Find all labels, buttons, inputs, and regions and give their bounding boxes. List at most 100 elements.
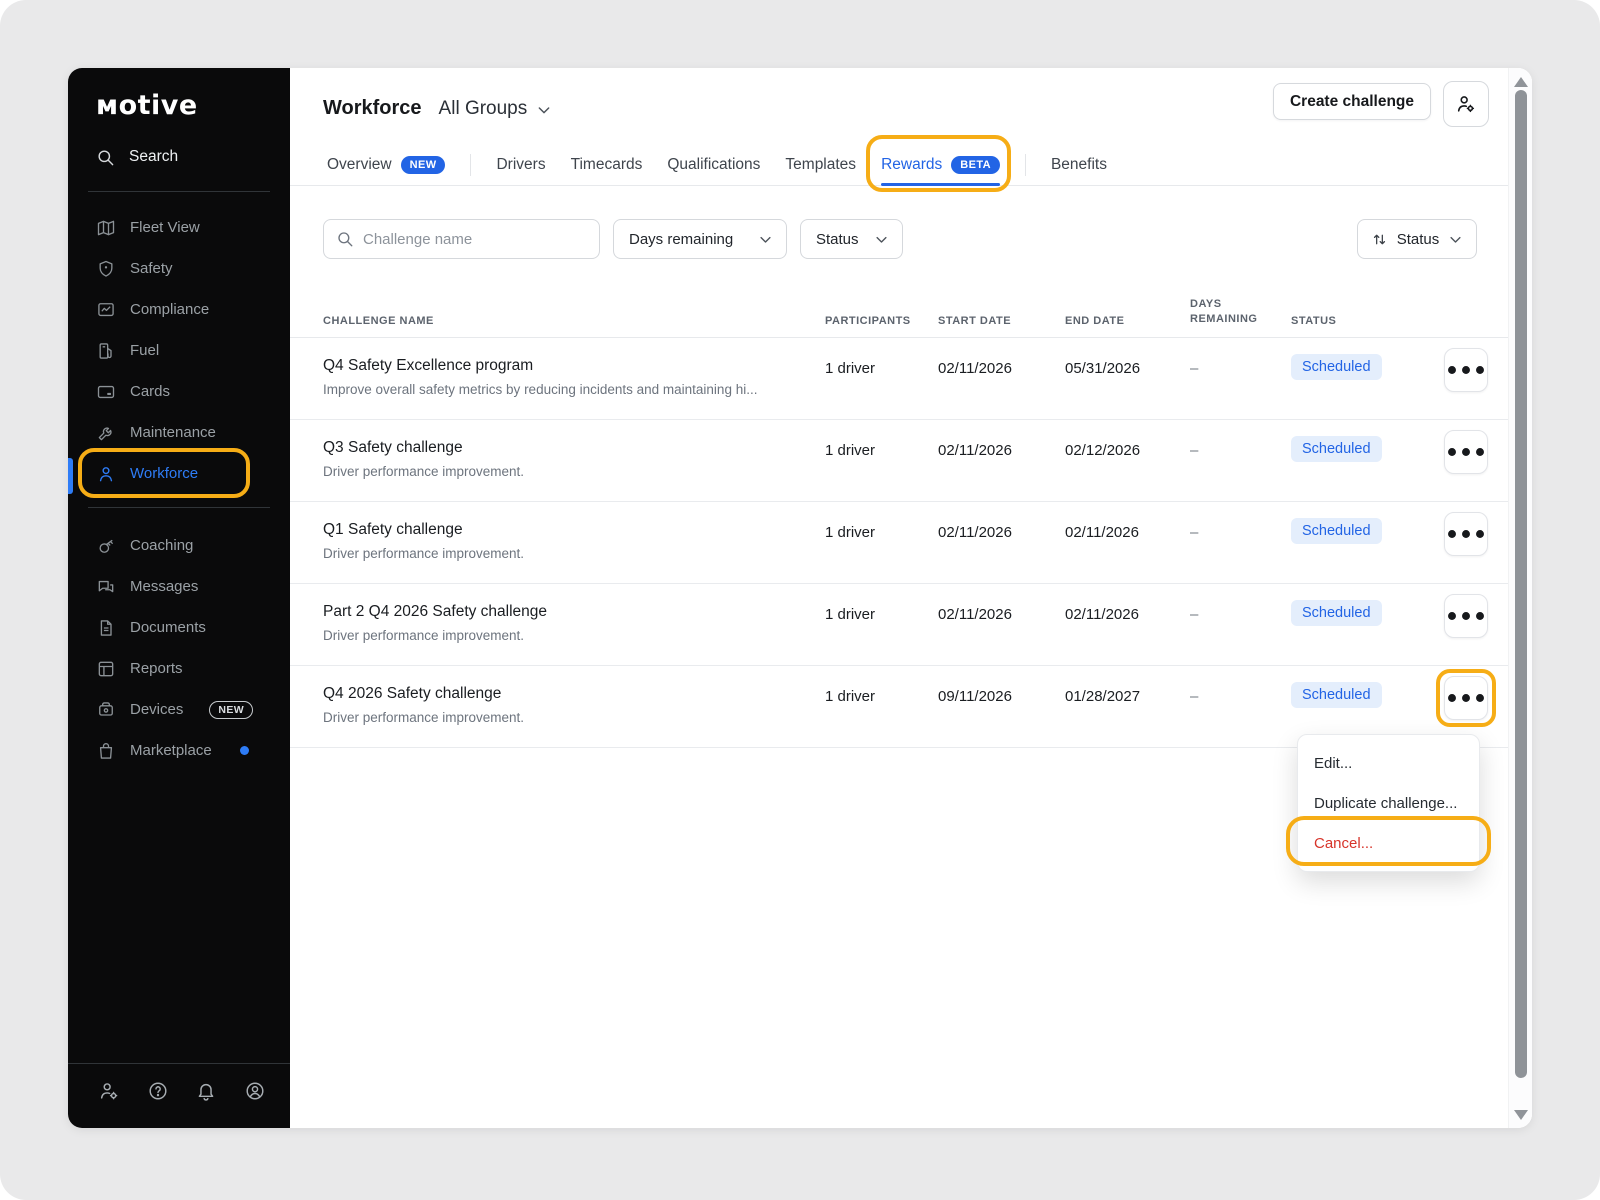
sort-arrows-icon [1371,231,1388,248]
end-date-value: 02/11/2026 [1065,584,1190,665]
sidebar-item-coaching[interactable]: Coaching [68,525,290,566]
column-header-challenge-name: CHALLENGE NAME [323,315,825,337]
create-challenge-button[interactable]: Create challenge [1273,83,1431,120]
chevron-down-icon [1448,232,1463,247]
scrollbar-up-arrow[interactable] [1514,77,1528,87]
days-remaining-filter[interactable]: Days remaining [613,219,787,259]
challenge-name-search[interactable] [323,219,600,259]
tab-qualifications[interactable]: Qualifications [667,144,760,186]
active-tab-underline [881,183,1000,186]
sidebar-item-workforce[interactable]: Workforce [68,453,290,494]
start-date-value: 02/11/2026 [938,502,1065,583]
user-settings-button[interactable] [1443,81,1489,127]
sidebar-item-label: Safety [130,260,173,277]
credit-card-icon [96,382,116,402]
row-actions-button[interactable] [1444,594,1488,638]
tab-bar: Overview NEW Drivers Timecards Qualifica… [290,144,1532,186]
row-actions-button-open[interactable] [1444,676,1488,720]
map-icon [96,218,116,238]
sidebar-item-label: Fuel [130,342,159,359]
status-badge: Scheduled [1291,600,1382,626]
tab-label: Overview [327,156,392,174]
sidebar-item-devices[interactable]: Devices NEW [68,689,290,730]
sort-selector-label: Status [1397,231,1440,248]
devices-new-badge: NEW [209,701,253,719]
menu-item-duplicate-challenge[interactable]: Duplicate challenge... [1298,783,1479,823]
tab-templates[interactable]: Templates [785,144,856,186]
participants-value: 1 driver [825,338,938,419]
days-remaining-filter-label: Days remaining [629,231,733,248]
tab-label: Rewards [881,156,942,174]
challenge-name: Q3 Safety challenge [323,420,825,457]
table-header: CHALLENGE NAME PARTICIPANTS START DATE E… [290,290,1532,338]
tab-label: Drivers [496,156,545,174]
participants-value: 1 driver [825,584,938,665]
motive-logo: ᴍotive [96,90,198,121]
search-icon [96,148,115,167]
menu-item-edit[interactable]: Edit... [1298,743,1479,783]
menu-item-cancel[interactable]: Cancel... [1298,823,1479,863]
challenge-name-input[interactable] [363,231,587,248]
admin-settings-icon[interactable] [98,1080,120,1102]
sidebar: ᴍotive Search Fleet View Safety Complian… [68,68,290,1128]
tab-timecards[interactable]: Timecards [571,144,643,186]
notifications-icon[interactable] [195,1080,217,1102]
tab-label: Templates [785,156,856,174]
document-icon [96,618,116,638]
tab-rewards[interactable]: Rewards BETA [881,144,1000,186]
participants-value: 1 driver [825,502,938,583]
sidebar-item-marketplace[interactable]: Marketplace [68,730,290,771]
column-header-end-date: END DATE [1065,315,1190,337]
help-icon[interactable] [147,1080,169,1102]
scrollbar-thumb[interactable] [1515,90,1527,1078]
sidebar-item-fuel[interactable]: Fuel [68,330,290,371]
sidebar-item-label: Marketplace [130,742,212,759]
participants-value: 1 driver [825,420,938,501]
column-header-days-remaining: DAYS REMAINING [1190,297,1268,337]
report-icon [96,659,116,679]
sidebar-item-documents[interactable]: Documents [68,607,290,648]
sidebar-item-cards[interactable]: Cards [68,371,290,412]
column-header-participants: PARTICIPANTS [825,315,938,337]
sidebar-search[interactable]: Search [68,140,290,174]
app-window: ᴍotive Search Fleet View Safety Complian… [68,68,1532,1128]
sidebar-search-label: Search [129,148,178,166]
participants-value: 1 driver [825,666,938,747]
start-date-value: 09/11/2026 [938,666,1065,747]
scrollbar[interactable] [1508,68,1532,1128]
sidebar-footer [68,1080,290,1102]
row-actions-button[interactable] [1444,430,1488,474]
sidebar-item-messages[interactable]: Messages [68,566,290,607]
shield-icon [96,259,116,279]
sidebar-item-maintenance[interactable]: Maintenance [68,412,290,453]
chevron-down-icon [536,102,552,118]
sidebar-item-fleet-view[interactable]: Fleet View [68,207,290,248]
sidebar-item-reports[interactable]: Reports [68,648,290,689]
account-icon[interactable] [244,1080,266,1102]
group-selector[interactable]: All Groups [439,98,553,120]
new-badge: NEW [401,156,446,174]
tab-benefits[interactable]: Benefits [1051,144,1107,186]
days-remaining-value: – [1190,666,1291,747]
status-badge: Scheduled [1291,436,1382,462]
marketplace-notification-dot [240,746,249,755]
person-icon [96,464,116,484]
scrollbar-down-arrow[interactable] [1514,1110,1528,1120]
sidebar-item-safety[interactable]: Safety [68,248,290,289]
tab-divider [470,154,471,176]
status-filter[interactable]: Status [800,219,903,259]
screenshot-canvas: ᴍotive Search Fleet View Safety Complian… [0,0,1600,1200]
column-header-start-date: START DATE [938,315,1065,337]
tab-drivers[interactable]: Drivers [496,144,545,186]
sidebar-item-compliance[interactable]: Compliance [68,289,290,330]
compliance-icon [96,300,116,320]
tab-overview[interactable]: Overview NEW [327,144,445,186]
sort-selector[interactable]: Status [1357,219,1477,259]
tab-label: Benefits [1051,156,1107,174]
row-actions-button[interactable] [1444,512,1488,556]
table-row: Q1 Safety challengeDriver performance im… [290,502,1532,584]
sidebar-footer-divider [68,1063,290,1064]
sidebar-item-label: Compliance [130,301,209,318]
end-date-value: 05/31/2026 [1065,338,1190,419]
row-actions-button[interactable] [1444,348,1488,392]
